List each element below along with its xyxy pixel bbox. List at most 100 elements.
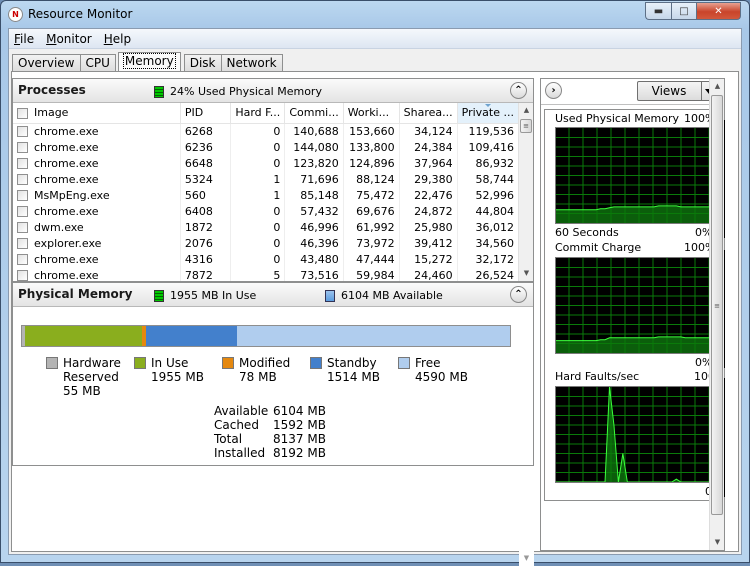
cell-commit: 144,080 <box>284 139 344 155</box>
chevron-up-icon: ⌃ <box>514 289 523 300</box>
cell-hard-faults: 0 <box>230 203 286 219</box>
table-row[interactable]: chrome.exe 7872 5 73,516 59,984 24,460 26,524 <box>13 267 520 281</box>
tab-strip: Overview CPU Memory Disk Network <box>12 52 283 72</box>
table-row[interactable]: dwm.exe 1872 0 46,996 61,992 25,980 36,012 <box>13 219 520 235</box>
stat-installed: Installed 8192 MB <box>214 446 326 460</box>
table-row[interactable]: chrome.exe 6236 0 144,080 133,800 24,384 109,4… <box>13 139 520 155</box>
row-checkbox[interactable] <box>17 254 28 265</box>
views-dropdown[interactable]: Views <box>637 81 717 101</box>
row-checkbox[interactable] <box>17 174 28 185</box>
table-row[interactable]: chrome.exe 5324 1 71,696 88,124 29,380 58,744 <box>13 171 520 187</box>
memory-stats-table: Available 6104 MB Cached 1592 MB Total 8137… <box>214 404 326 460</box>
cell-pid: 6408 <box>180 203 232 219</box>
scroll-down-icon[interactable]: ▼ <box>710 535 725 550</box>
cell-hard-faults: 0 <box>230 155 286 171</box>
cell-shareable: 34,124 <box>399 123 458 139</box>
cell-hard-faults: 5 <box>230 267 286 281</box>
graphs-scrollbar[interactable]: ▲ ≡ ▼ <box>709 79 724 550</box>
tab-overview[interactable]: Overview <box>12 54 81 72</box>
physical-memory-header[interactable]: Physical Memory 1955 MB In Use 6104 MB A… <box>13 283 533 307</box>
column-hard-faults[interactable]: Hard F... <box>230 103 286 124</box>
cell-commit: 43,480 <box>284 251 344 267</box>
column-commit[interactable]: Commi... <box>284 103 344 124</box>
cell-private: 44,804 <box>457 203 520 219</box>
row-checkbox[interactable] <box>17 158 28 169</box>
memory-bar-in-use <box>25 326 142 346</box>
close-button[interactable]: ✕ <box>697 2 741 20</box>
cell-working: 47,444 <box>343 251 400 267</box>
left-pane: Processes 24% Used Physical Memory ⌃ Ima… <box>12 78 534 566</box>
row-checkbox[interactable] <box>17 206 28 217</box>
collapse-processes-button[interactable]: ⌃ <box>510 82 527 99</box>
process-image: dwm.exe <box>13 219 181 235</box>
select-all-checkbox[interactable] <box>17 107 28 119</box>
scroll-thumb[interactable]: ≡ <box>520 119 532 133</box>
cell-hard-faults: 0 <box>230 219 286 235</box>
process-image: chrome.exe <box>13 155 181 171</box>
cell-shareable: 24,384 <box>399 139 458 155</box>
modified-swatch-icon <box>222 357 234 369</box>
scroll-down-icon[interactable]: ▼ <box>519 266 534 281</box>
stat-available: Available 6104 MB <box>214 404 326 418</box>
cell-commit: 57,432 <box>284 203 344 219</box>
row-checkbox[interactable] <box>17 222 28 233</box>
tab-disk[interactable]: Disk <box>183 54 222 72</box>
tab-network[interactable]: Network <box>220 54 283 72</box>
minimize-button[interactable]: ▬ <box>645 2 671 20</box>
cell-private: 119,536 <box>457 123 520 139</box>
in-use-swatch-icon <box>154 289 164 302</box>
column-shareable[interactable]: Sharea... <box>399 103 458 124</box>
menu-help[interactable]: Help <box>104 32 131 46</box>
table-row[interactable]: chrome.exe 4316 0 43,480 47,444 15,272 32,172 <box>13 251 520 267</box>
left-pane-scrollbar[interactable]: ▼ <box>519 466 534 566</box>
processes-header[interactable]: Processes 24% Used Physical Memory ⌃ <box>13 79 533 103</box>
hardware-reserved-swatch-icon <box>46 357 58 369</box>
row-checkbox[interactable] <box>17 126 28 138</box>
menu-file[interactable]: File <box>14 32 34 46</box>
maximize-button[interactable]: □ <box>671 2 697 20</box>
collapse-graphs-button[interactable]: › <box>545 82 562 99</box>
column-image[interactable]: Image <box>13 103 181 124</box>
table-row[interactable]: explorer.exe 2076 0 46,396 73,972 39,412 34,56… <box>13 235 520 251</box>
table-row[interactable]: chrome.exe 6268 0 140,688 153,660 34,124 119,5… <box>13 123 520 139</box>
physical-memory-title: Physical Memory <box>18 287 133 301</box>
cell-working: 133,800 <box>343 139 400 155</box>
close-icon: ✕ <box>714 5 723 17</box>
cell-commit: 73,516 <box>284 267 344 281</box>
row-checkbox[interactable] <box>17 238 28 249</box>
tab-cpu[interactable]: CPU <box>79 54 116 72</box>
used-physical-area <box>556 205 712 223</box>
scroll-thumb[interactable]: ≡ <box>711 95 723 515</box>
hard-faults-graph-title: Hard Faults/sec <box>555 370 640 383</box>
in-use-summary: 1955 MB In Use <box>154 289 256 302</box>
scroll-down-icon[interactable]: ▼ <box>519 551 534 566</box>
menu-monitor[interactable]: Monitor <box>46 32 92 46</box>
cell-hard-faults: 0 <box>230 123 286 139</box>
title-bar[interactable]: N Resource Monitor ▬ □ ✕ <box>1 1 749 28</box>
tab-memory[interactable]: Memory <box>117 52 181 72</box>
process-image: chrome.exe <box>13 203 181 219</box>
collapse-physical-memory-button[interactable]: ⌃ <box>510 286 527 303</box>
table-row[interactable]: MsMpEng.exe 560 1 85,148 75,472 22,476 52,996 <box>13 187 520 203</box>
cell-private: 86,932 <box>457 155 520 171</box>
available-swatch-icon <box>325 289 335 302</box>
scroll-up-icon[interactable]: ▲ <box>710 79 725 94</box>
cell-hard-faults: 0 <box>230 139 286 155</box>
used-physical-memory-graph <box>555 127 713 224</box>
memory-bar-free <box>236 326 510 346</box>
table-row[interactable]: chrome.exe 6648 0 123,820 124,896 37,964 86,93… <box>13 155 520 171</box>
processes-scrollbar[interactable]: ▲ ≡ ▼ <box>518 103 533 281</box>
used-memory-swatch-icon <box>154 85 164 98</box>
cell-commit: 71,696 <box>284 171 344 187</box>
physical-memory-section: Physical Memory 1955 MB In Use 6104 MB A… <box>12 282 534 466</box>
row-checkbox[interactable] <box>17 142 28 153</box>
processes-table: Image PID Hard F... Commi... Worki... Sh… <box>13 103 520 281</box>
column-working-set[interactable]: Worki... <box>343 103 400 124</box>
row-checkbox[interactable] <box>17 190 28 201</box>
scroll-up-icon[interactable]: ▲ <box>519 103 534 118</box>
column-private[interactable]: Private ... <box>457 103 520 124</box>
column-pid[interactable]: PID <box>180 103 232 124</box>
memory-bar-standby <box>146 326 237 346</box>
table-row[interactable]: chrome.exe 6408 0 57,432 69,676 24,872 44,804 <box>13 203 520 219</box>
row-checkbox[interactable] <box>17 270 28 281</box>
